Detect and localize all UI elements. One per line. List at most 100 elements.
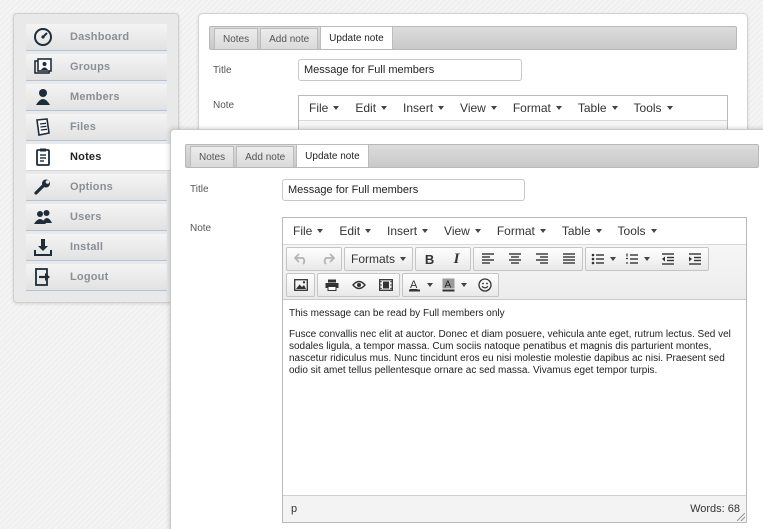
sidebar-item-label: Options [70,181,113,193]
list-indent-group [585,247,710,271]
sidebar-item-label: Logout [70,271,109,283]
indent-icon [688,253,701,265]
sidebar-item-options[interactable]: Options [26,174,167,201]
menu-format[interactable]: Format [491,220,552,242]
history-group [286,247,342,271]
undo-icon [293,253,305,265]
background-color-button[interactable]: A [437,274,471,296]
sidebar-item-notes[interactable]: Notes [26,144,180,171]
menu-insert[interactable]: Insert [381,220,434,242]
note-editor: File Edit Insert View Format Table Tools [282,217,747,523]
italic-button[interactable]: I [443,248,470,270]
menu-edit[interactable]: Edit [333,220,377,242]
sidebar-item-logout[interactable]: Logout [26,264,167,291]
print-button[interactable] [318,274,345,296]
sidebar-item-groups[interactable]: Groups [26,54,167,81]
align-justify-button[interactable] [555,248,582,270]
toolbar-row-1: Formats B I [285,246,744,272]
alignment-group [473,247,584,271]
smiley-icon [477,278,492,292]
sidebar-item-files[interactable]: Files [26,114,167,141]
bold-button[interactable]: B [416,248,443,270]
chevron-down-icon [460,283,467,287]
notes-clipboard-icon [32,146,54,168]
text-style-group: B I [415,247,472,271]
chevron-down-icon [426,283,433,287]
menu-view[interactable]: View [454,97,503,119]
groups-icon [32,56,54,78]
outdent-button[interactable] [654,248,681,270]
tab-add-note[interactable]: Add note [236,146,295,167]
eye-icon [351,280,366,290]
outdent-icon [661,253,674,265]
align-left-button[interactable] [474,248,501,270]
editor-toolbar: Formats B I A A [283,245,746,300]
image-icon [293,279,308,291]
align-justify-icon [562,253,575,264]
sidebar-item-dashboard[interactable]: Dashboard [26,24,167,51]
formats-dropdown[interactable]: Formats [344,247,414,271]
menu-format[interactable]: Format [507,97,568,119]
title-label: Title [213,65,232,76]
bold-icon: B [424,251,435,267]
menu-file[interactable]: File [303,97,345,119]
users-icon [32,206,54,228]
sidebar-item-install[interactable]: Install [26,234,167,261]
sidebar-item-label: Files [70,121,97,133]
tab-update-note[interactable]: Update note [296,144,369,167]
content-line: This message can be read by Full members… [289,308,505,319]
film-icon [378,279,393,291]
wrench-icon [32,176,54,198]
tab-update-note[interactable]: Update note [320,26,393,49]
background-color-icon: A [442,278,454,292]
align-center-icon [508,253,521,264]
insert-media-button[interactable] [372,274,399,296]
menu-view[interactable]: View [438,220,487,242]
text-color-icon: A [408,279,420,292]
menu-table[interactable]: Table [556,220,608,242]
menu-tools[interactable]: Tools [612,220,663,242]
element-path[interactable]: p [291,503,297,515]
sidebar-item-label: Members [70,91,120,103]
tab-bar: Notes Add note Update note [185,144,759,168]
undo-button[interactable] [287,248,314,270]
resize-handle-icon[interactable] [737,513,745,521]
numbered-list-button[interactable] [620,248,654,270]
preview-button[interactable] [345,274,372,296]
menu-file[interactable]: File [287,220,329,242]
sidebar-item-label: Notes [70,151,102,163]
bullet-list-button[interactable] [586,248,620,270]
media-group [286,273,315,297]
sidebar-item-members[interactable]: Members [26,84,167,111]
tab-notes[interactable]: Notes [214,28,259,49]
align-center-button[interactable] [501,248,528,270]
dashboard-gauge-icon [32,26,54,48]
tab-notes[interactable]: Notes [190,146,235,167]
redo-button[interactable] [314,248,341,270]
sidebar-item-users[interactable]: Users [26,204,167,231]
editor-statusbar: p Words: 68 [283,495,746,522]
align-right-button[interactable] [528,248,555,270]
note-label: Note [190,223,212,234]
redo-icon [323,253,335,265]
tab-add-note[interactable]: Add note [260,28,319,49]
insert-image-button[interactable] [287,274,314,296]
editor-content[interactable]: This message can be read by Full members… [283,300,746,394]
menu-tools[interactable]: Tools [628,97,679,119]
logout-icon [32,266,54,288]
numbered-list-icon [625,253,638,264]
align-right-icon [535,253,548,264]
chevron-down-icon [400,257,407,261]
title-input[interactable] [282,179,525,201]
title-input[interactable] [298,59,522,81]
menu-table[interactable]: Table [572,97,624,119]
emoticons-button[interactable] [471,274,498,296]
editor-menubar: File Edit Insert View Format Table Tools [283,218,746,245]
text-color-button[interactable]: A [403,274,437,296]
menu-insert[interactable]: Insert [397,97,450,119]
sidebar-item-label: Groups [70,61,111,73]
indent-button[interactable] [681,248,708,270]
chevron-down-icon [643,257,650,261]
menu-edit[interactable]: Edit [349,97,393,119]
sidebar-item-label: Dashboard [70,31,130,43]
